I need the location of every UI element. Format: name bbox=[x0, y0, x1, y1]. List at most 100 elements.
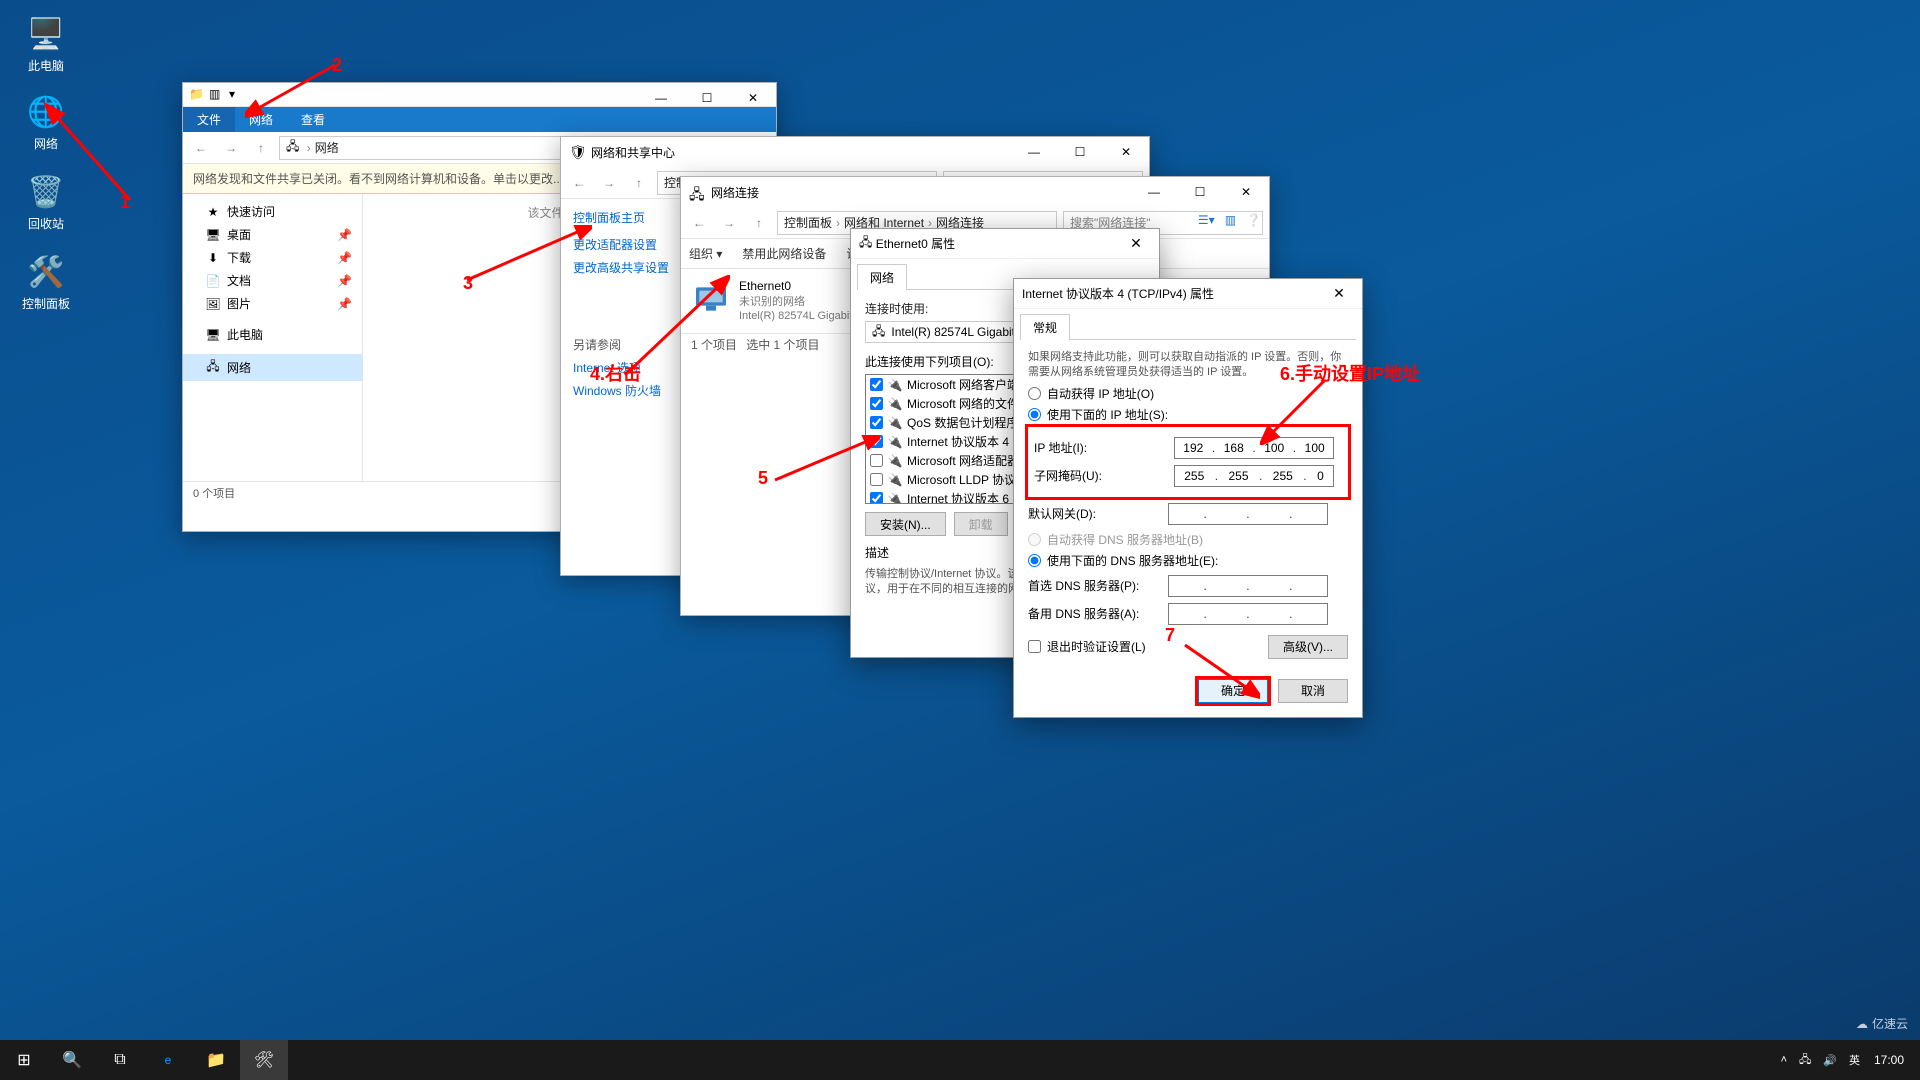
minimize-button[interactable]: — bbox=[1131, 177, 1177, 207]
tab-network[interactable]: 网络 bbox=[235, 107, 287, 132]
file-explorer-button[interactable]: 📁 bbox=[192, 1040, 240, 1080]
desktop-icon: 🖥 bbox=[205, 228, 221, 242]
download-icon: ⬇ bbox=[205, 251, 221, 265]
picture-icon: 🖼 bbox=[205, 297, 221, 311]
control-panel-side: 控制面板主页 更改适配器设置 更改高级共享设置 另请参阅 Internet 选项… bbox=[561, 199, 691, 575]
nav-pictures[interactable]: 🖼图片📌 bbox=[183, 292, 362, 315]
up-button[interactable]: ↑ bbox=[249, 136, 273, 160]
tab-file[interactable]: 文件 bbox=[183, 107, 235, 132]
desktop: 🖥️ 此电脑 🌐 网络 🗑️ 回收站 🛠️ 控制面板 📁 ▥ ▾ 文件 网络 查… bbox=[0, 0, 1920, 1080]
dialog-title: Internet 协议版本 4 (TCP/IPv4) 属性 bbox=[1022, 285, 1324, 302]
close-button[interactable]: ✕ bbox=[1121, 235, 1151, 252]
tab-network[interactable]: 网络 bbox=[857, 264, 907, 290]
minimize-button[interactable]: — bbox=[1011, 137, 1057, 167]
nav-quick-access[interactable]: ★快速访问 bbox=[183, 200, 362, 223]
control-panel-task-button[interactable]: 🛠 bbox=[240, 1040, 288, 1080]
desktop-icon-network[interactable]: 🌐 网络 bbox=[10, 92, 82, 152]
tab-view[interactable]: 查看 bbox=[287, 107, 339, 132]
dialog-title: Ethernet0 属性 bbox=[876, 235, 1121, 252]
desktop-icon-this-pc[interactable]: 🖥️ 此电脑 bbox=[10, 14, 82, 74]
maximize-button[interactable]: ☐ bbox=[1057, 137, 1103, 167]
qat-item[interactable]: ▾ bbox=[229, 87, 245, 103]
system-tray: ˄ 🖧 🔊 英 17:00 bbox=[1775, 1051, 1920, 1070]
subnet-mask-label: 子网掩码(U): bbox=[1034, 467, 1174, 484]
back-button[interactable]: ← bbox=[687, 211, 711, 235]
network-icon: 🖧 bbox=[689, 184, 705, 200]
link-cp-home[interactable]: 控制面板主页 bbox=[573, 209, 679, 226]
star-icon: ★ bbox=[205, 205, 221, 219]
back-button[interactable]: ← bbox=[189, 136, 213, 160]
pc-icon: 🖥️ bbox=[26, 14, 66, 54]
radio-auto-ip[interactable]: 自动获得 IP 地址(O) bbox=[1028, 385, 1348, 402]
taskbar: ⊞ 🔍 ⧉ e 📁 🛠 ˄ 🖧 🔊 英 17:00 bbox=[0, 1040, 1920, 1080]
icon-label: 回收站 bbox=[10, 215, 82, 232]
radio-use-ip[interactable]: 使用下面的 IP 地址(S): bbox=[1028, 406, 1348, 423]
nav-this-pc[interactable]: 🖥此电脑 bbox=[183, 323, 362, 346]
nic-icon: 🖧 bbox=[872, 322, 885, 343]
desktop-icon-control-panel[interactable]: 🛠️ 控制面板 bbox=[10, 252, 82, 312]
ipv4-properties-dialog: Internet 协议版本 4 (TCP/IPv4) 属性 ✕ 常规 如果网络支… bbox=[1013, 278, 1363, 718]
tray-network-icon[interactable]: 🖧 bbox=[1793, 1051, 1817, 1070]
link-change-adapter[interactable]: 更改适配器设置 bbox=[573, 236, 679, 253]
up-button[interactable]: ↑ bbox=[747, 211, 771, 235]
minimize-button[interactable]: — bbox=[638, 83, 684, 113]
dns2-input[interactable]: . . . bbox=[1168, 603, 1328, 625]
install-button[interactable]: 安装(N)... bbox=[865, 512, 946, 536]
nav-documents[interactable]: 📄文档📌 bbox=[183, 269, 362, 292]
forward-button[interactable]: → bbox=[597, 171, 621, 195]
validate-checkbox-row[interactable]: 退出时验证设置(L) 高级(V)... bbox=[1028, 635, 1348, 659]
task-view-button[interactable]: ⧉ bbox=[96, 1040, 144, 1080]
forward-button[interactable]: → bbox=[219, 136, 243, 160]
tray-volume-icon[interactable]: 🔊 bbox=[1817, 1054, 1843, 1067]
globe-icon: 🌐 bbox=[26, 92, 66, 132]
radio-use-dns[interactable]: 使用下面的 DNS 服务器地址(E): bbox=[1028, 552, 1348, 569]
close-button[interactable]: ✕ bbox=[1103, 137, 1149, 167]
desktop-icon-recycle[interactable]: 🗑️ 回收站 bbox=[10, 172, 82, 232]
maximize-button[interactable]: ☐ bbox=[1177, 177, 1223, 207]
maximize-button[interactable]: ☐ bbox=[684, 83, 730, 113]
nav-network[interactable]: 🖧网络 bbox=[183, 354, 362, 381]
help-button[interactable]: ❔ bbox=[1246, 213, 1261, 227]
icon-label: 网络 bbox=[10, 135, 82, 152]
gateway-input[interactable]: . . . bbox=[1168, 503, 1328, 525]
see-also-heading: 另请参阅 bbox=[573, 336, 679, 353]
subnet-mask-input[interactable]: 255.255.255.0 bbox=[1174, 465, 1334, 487]
view-icons-button[interactable]: ☰▾ bbox=[1198, 213, 1215, 227]
organize-menu[interactable]: 组织 ▾ bbox=[689, 245, 722, 262]
advanced-button[interactable]: 高级(V)... bbox=[1268, 635, 1348, 659]
network-icon: 🖧 bbox=[205, 357, 221, 378]
close-button[interactable]: ✕ bbox=[730, 83, 776, 113]
close-button[interactable]: ✕ bbox=[1324, 285, 1354, 302]
preview-pane-button[interactable]: ▥ bbox=[1225, 213, 1236, 227]
back-button[interactable]: ← bbox=[567, 171, 591, 195]
ip-address-input[interactable]: 192.168.100.100 bbox=[1174, 437, 1334, 459]
tray-clock[interactable]: 17:00 bbox=[1866, 1053, 1912, 1067]
link-advanced-sharing[interactable]: 更改高级共享设置 bbox=[573, 259, 679, 276]
nav-desktop[interactable]: 🖥桌面📌 bbox=[183, 223, 362, 246]
nav-downloads[interactable]: ⬇下载📌 bbox=[183, 246, 362, 269]
forward-button[interactable]: → bbox=[717, 211, 741, 235]
uninstall-button[interactable]: 卸载 bbox=[954, 512, 1008, 536]
close-button[interactable]: ✕ bbox=[1223, 177, 1269, 207]
start-button[interactable]: ⊞ bbox=[0, 1040, 48, 1080]
cancel-button[interactable]: 取消 bbox=[1278, 679, 1348, 703]
search-button[interactable]: 🔍 bbox=[48, 1040, 96, 1080]
dns1-label: 首选 DNS 服务器(P): bbox=[1028, 577, 1168, 594]
watermark: ☁亿速云 bbox=[1856, 1015, 1908, 1032]
qat-item[interactable]: ▥ bbox=[209, 87, 225, 103]
ie-button[interactable]: e bbox=[144, 1040, 192, 1080]
shield-icon: 🛡 bbox=[569, 144, 585, 160]
dns1-input[interactable]: . . . bbox=[1168, 575, 1328, 597]
disable-device-button[interactable]: 禁用此网络设备 bbox=[742, 245, 826, 262]
window-title: 网络和共享中心 bbox=[591, 144, 1011, 161]
icon-label: 此电脑 bbox=[10, 57, 82, 74]
link-internet-options[interactable]: Internet 选项 bbox=[573, 359, 679, 376]
link-firewall[interactable]: Windows 防火墙 bbox=[573, 382, 679, 399]
tray-chevron-icon[interactable]: ˄ bbox=[1775, 1054, 1793, 1066]
nav-pane: ★快速访问 🖥桌面📌 ⬇下载📌 📄文档📌 🖼图片📌 🖥此电脑 🖧网络 bbox=[183, 194, 363, 481]
tray-ime[interactable]: 英 bbox=[1843, 1052, 1866, 1068]
explorer-icon: 📁 bbox=[189, 87, 205, 103]
up-button[interactable]: ↑ bbox=[627, 171, 651, 195]
tab-general[interactable]: 常规 bbox=[1020, 314, 1070, 340]
ok-button[interactable]: 确定 bbox=[1198, 679, 1268, 703]
